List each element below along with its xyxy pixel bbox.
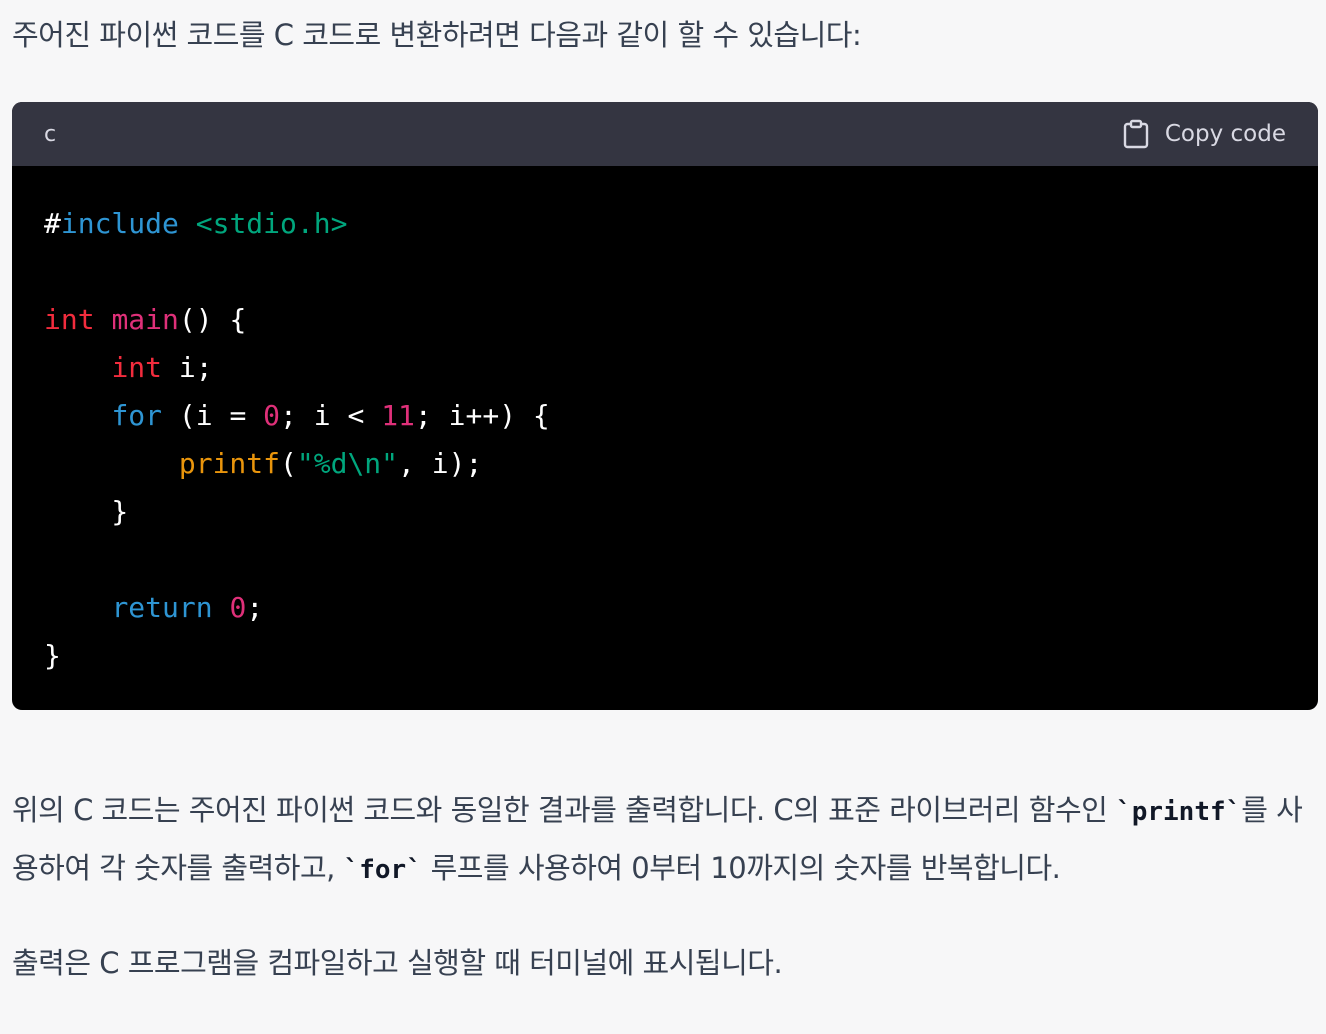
code-token: 11 [381, 399, 415, 432]
intro-text: 주어진 파이썬 코드를 C 코드로 변환하려면 다음과 같이 할 수 있습니다: [12, 18, 862, 52]
code-token: ; [246, 591, 264, 624]
code-token: 0 [229, 591, 247, 624]
code-line: } [44, 632, 1318, 680]
code-token: ; i++) { [414, 399, 550, 432]
explanation-text: 위의 C 코드는 주어진 파이썬 코드와 동일한 결과를 출력합니다. C의 표… [12, 782, 1318, 898]
code-token: <stdio.h> [195, 207, 348, 240]
code-token: "%d\n" [296, 447, 399, 480]
code-token: int [111, 351, 163, 384]
code-token: , i); [398, 447, 483, 480]
clipboard-icon [1123, 119, 1149, 149]
inline-code-printf: `printf` [1116, 797, 1242, 827]
code-token: main [111, 303, 179, 336]
code-token: ; i < [280, 399, 382, 432]
code-line: int i; [44, 344, 1318, 392]
code-token: for [111, 399, 163, 432]
code-language-label: c [44, 121, 57, 147]
code-line: int main() { [44, 296, 1318, 344]
code-token: int [44, 303, 95, 336]
code-content: #include <stdio.h> int main() { int i; f… [12, 166, 1318, 680]
code-line: return 0; [44, 584, 1318, 632]
output-note-text: 출력은 C 프로그램을 컴파일하고 실행할 때 터미널에 표시됩니다. [12, 946, 783, 980]
code-token: printf [178, 447, 281, 480]
inline-code-for: `for` [343, 855, 422, 885]
code-line: } [44, 488, 1318, 536]
code-line: #include <stdio.h> [44, 200, 1318, 248]
code-token: () { [178, 303, 247, 336]
code-token: return [111, 591, 213, 624]
explanation-part-1: 위의 C 코드는 주어진 파이썬 코드와 동일한 결과를 출력합니다. C의 표… [12, 793, 1117, 827]
copy-code-button[interactable]: Copy code [1123, 119, 1286, 149]
code-token: (i = [162, 399, 264, 432]
code-token: 0 [263, 399, 281, 432]
code-token: include [60, 207, 179, 240]
code-line: printf("%d\n", i); [44, 440, 1318, 488]
code-token: } [44, 639, 61, 672]
code-token: } [44, 495, 129, 528]
code-block-header: c Copy code [12, 102, 1318, 166]
code-block: c Copy code #include <stdio.h> int main(… [12, 102, 1318, 710]
code-token: i; [162, 351, 213, 384]
explanation-part-3: 루프를 사용하여 0부터 10까지의 숫자를 반복합니다. [421, 851, 1061, 885]
copy-code-label: Copy code [1164, 121, 1286, 147]
code-token: ( [280, 447, 297, 480]
code-line: for (i = 0; i < 11; i++) { [44, 392, 1318, 440]
code-token: # [44, 207, 61, 240]
